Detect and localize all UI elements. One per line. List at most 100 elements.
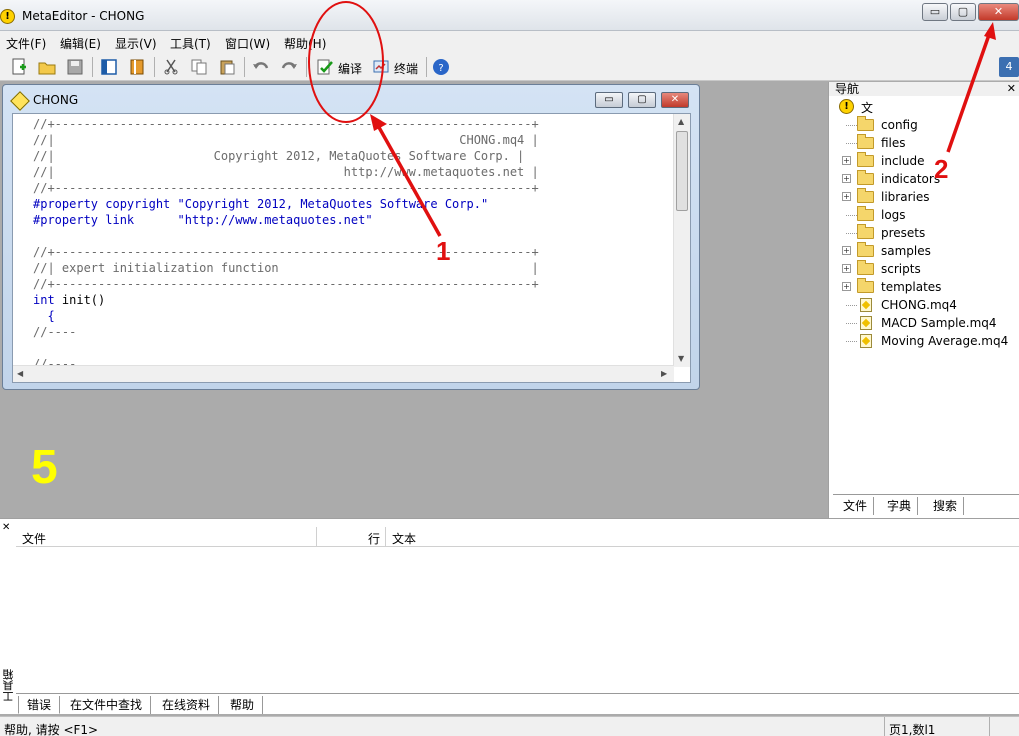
maximize-button[interactable]: ▢ [950, 3, 976, 21]
save-icon[interactable] [66, 58, 84, 76]
cut-icon[interactable] [162, 58, 180, 76]
code-line[interactable]: //| http://www.metaquotes.net | [33, 164, 539, 180]
tab-dictionary[interactable]: 字典 [881, 497, 919, 515]
editor-minimize-button[interactable]: ▭ [595, 92, 623, 108]
column-text[interactable]: 文本 [392, 530, 416, 547]
code-line[interactable]: #property copyright "Copyright 2012, Met… [33, 196, 539, 212]
tree-folder[interactable]: + samples [835, 242, 1015, 260]
tree-folder[interactable]: logs [835, 206, 1015, 224]
menu-help[interactable]: 帮助(H) [284, 35, 326, 52]
toolbox-close-icon[interactable]: ✕ [2, 522, 10, 533]
tree-connector [846, 215, 857, 216]
code-comment: //+-------------------------------------… [33, 117, 539, 131]
editor-close-button[interactable]: ✕ [661, 92, 689, 108]
code-line[interactable]: //---- [33, 324, 539, 340]
tab-find-in-files[interactable]: 在文件中查找 [62, 696, 152, 714]
code-line[interactable]: //| CHONG.mq4 | [33, 132, 539, 148]
tree-file[interactable]: CHONG.mq4 [835, 296, 1015, 314]
navigator-toggle-icon[interactable] [100, 58, 118, 76]
editor-maximize-button[interactable]: ▢ [628, 92, 656, 108]
new-file-icon[interactable] [10, 58, 28, 76]
scroll-down-icon[interactable]: ▼ [678, 354, 684, 363]
tree-connector [846, 305, 857, 306]
tree-item-label: indicators [881, 172, 941, 186]
tree-folder[interactable]: config [835, 116, 1015, 134]
vertical-scrollbar[interactable]: ▲ ▼ [673, 114, 690, 367]
toolbar-badge[interactable]: 4 [999, 57, 1019, 77]
code-comment: //+-------------------------------------… [33, 277, 539, 291]
redo-icon[interactable] [280, 58, 298, 76]
tree-file[interactable]: Moving Average.mq4 [835, 332, 1015, 350]
close-button[interactable]: ✕ [978, 3, 1019, 21]
tree-folder[interactable]: + indicators [835, 170, 1015, 188]
terminal-icon[interactable] [372, 58, 390, 76]
tab-help[interactable]: 帮助 [222, 696, 264, 714]
terminal-button[interactable]: 终端 [394, 60, 418, 77]
code-line[interactable]: { [33, 308, 539, 324]
folder-icon [857, 206, 874, 221]
code-keyword: int [33, 293, 55, 307]
code-line[interactable]: //+-------------------------------------… [33, 180, 539, 196]
menu-edit[interactable]: 编辑(E) [60, 35, 101, 52]
annotation-number-5: 5 [31, 441, 58, 494]
code-editor[interactable]: //+-------------------------------------… [12, 113, 691, 383]
window-title: MetaEditor - CHONG [22, 9, 145, 23]
undo-icon[interactable] [252, 58, 270, 76]
minimize-button[interactable]: ▭ [922, 3, 948, 21]
tree-folder[interactable]: + include [835, 152, 1015, 170]
open-folder-icon[interactable] [38, 58, 56, 76]
tree-folder[interactable]: + templates [835, 278, 1015, 296]
menu-window[interactable]: 窗口(W) [225, 35, 270, 52]
code-line[interactable]: //| Copyright 2012, MetaQuotes Software … [33, 148, 539, 164]
code-line[interactable] [33, 340, 539, 356]
copy-icon[interactable] [190, 58, 208, 76]
dictionary-book-icon[interactable] [128, 58, 146, 76]
tree-folder[interactable]: + libraries [835, 188, 1015, 206]
code-line[interactable] [33, 228, 539, 244]
menu-view[interactable]: 显示(V) [115, 35, 157, 52]
tree-folder[interactable]: presets [835, 224, 1015, 242]
code-lines[interactable]: //+-------------------------------------… [33, 116, 539, 372]
mq4-file-icon [860, 298, 872, 312]
scroll-left-icon[interactable]: ◀ [17, 369, 23, 378]
tree-folder[interactable]: + scripts [835, 260, 1015, 278]
code-line[interactable]: //| expert initialization function | [33, 260, 539, 276]
code-line[interactable]: int init() [33, 292, 539, 308]
compile-check-icon[interactable] [316, 58, 334, 76]
tab-online-library[interactable]: 在线资料 [154, 696, 220, 714]
help-icon[interactable]: ? [432, 58, 450, 76]
code-comment: //+-------------------------------------… [33, 245, 539, 259]
horizontal-scrollbar[interactable]: ◀ ▶ [13, 365, 674, 382]
scroll-up-icon[interactable]: ▲ [678, 117, 684, 126]
menu-tools[interactable]: 工具(T) [170, 35, 211, 52]
code-line[interactable]: #property link "http://www.metaquotes.ne… [33, 212, 539, 228]
tree-folder[interactable]: files [835, 134, 1015, 152]
menu-file[interactable]: 文件(F) [6, 35, 46, 52]
code-text: { [33, 309, 55, 323]
expand-icon[interactable]: + [842, 282, 851, 291]
compile-button[interactable]: 编译 [338, 60, 362, 77]
tab-files[interactable]: 文件 [837, 497, 875, 515]
code-line[interactable]: //+-------------------------------------… [33, 276, 539, 292]
scroll-right-icon[interactable]: ▶ [661, 369, 667, 378]
expand-icon[interactable]: + [842, 174, 851, 183]
column-file[interactable]: 文件 [22, 530, 46, 547]
status-bar: 帮助, 请按 <F1> 页1,数l1 [0, 716, 1019, 736]
tab-errors[interactable]: 错误 [18, 696, 61, 714]
code-line[interactable]: //+-------------------------------------… [33, 116, 539, 132]
scroll-thumb[interactable] [676, 131, 688, 211]
tree-item-label: files [881, 136, 906, 150]
expand-icon[interactable]: + [842, 156, 851, 165]
expand-icon[interactable]: + [842, 264, 851, 273]
column-line[interactable]: 行 [368, 530, 380, 547]
code-keyword: #property link [33, 213, 135, 227]
tab-search[interactable]: 搜索 [927, 497, 965, 515]
code-line[interactable]: //+-------------------------------------… [33, 244, 539, 260]
expand-icon[interactable]: + [842, 246, 851, 255]
tree-file[interactable]: MACD Sample.mq4 [835, 314, 1015, 332]
paste-icon[interactable] [218, 58, 236, 76]
tree-item-label: samples [881, 244, 931, 258]
expand-icon[interactable]: + [842, 192, 851, 201]
navigator-close-icon[interactable]: ✕ [1007, 82, 1016, 96]
tree-item-label: libraries [881, 190, 930, 204]
